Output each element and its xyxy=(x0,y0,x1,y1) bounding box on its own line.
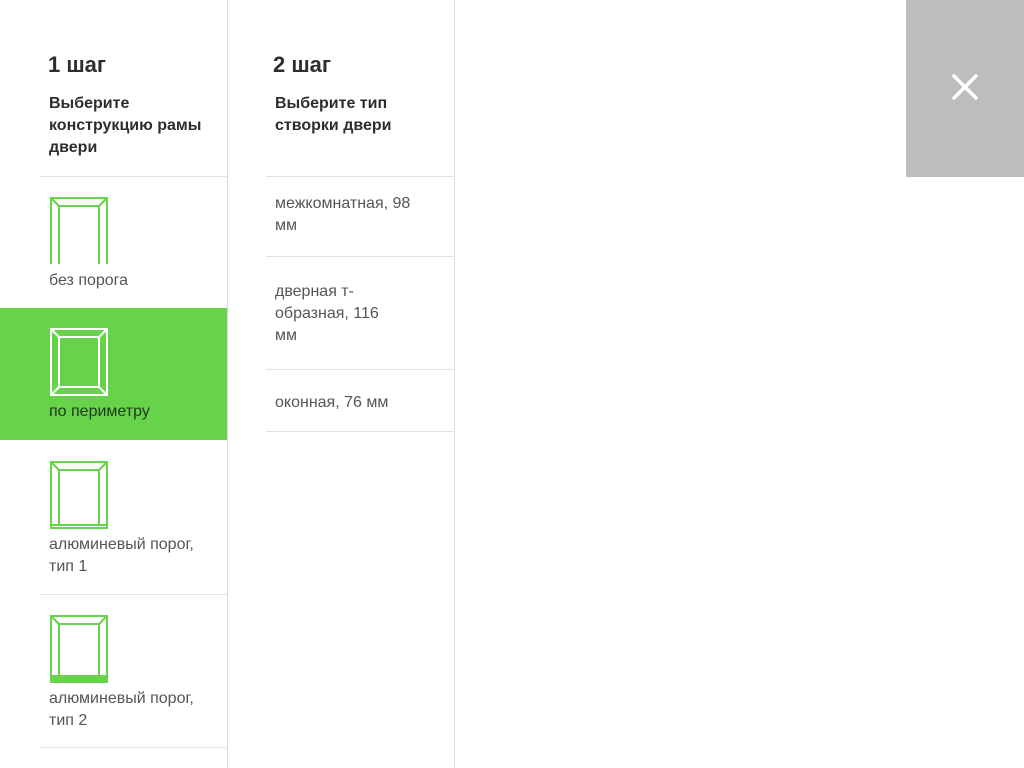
frame-perimeter-icon xyxy=(50,328,108,396)
frame-option-no-threshold[interactable]: без порога xyxy=(0,177,227,309)
frame-option-alu-threshold-2[interactable]: алюминевый порог, тип 2 xyxy=(0,595,227,729)
sash-option-window[interactable]: оконная, 76 мм xyxy=(266,370,454,431)
frame-alu-threshold-1-icon xyxy=(50,461,108,529)
divider xyxy=(40,747,227,748)
frame-alu-threshold-2-icon xyxy=(50,615,108,683)
sash-option-interior[interactable]: межкомнатная, 98 мм xyxy=(266,177,454,256)
frame-option-perimeter[interactable]: по периметру xyxy=(0,308,253,440)
sash-option-door-t[interactable]: дверная т-образная, 116 мм xyxy=(266,257,454,369)
sash-option-label: дверная т-образная, 116 мм xyxy=(275,283,379,344)
step2-title: 2 шаг xyxy=(273,52,332,77)
frame-option-alu-threshold-1[interactable]: алюминевый порог, тип 1 xyxy=(0,441,227,575)
close-button[interactable] xyxy=(906,0,1024,177)
sash-option-label: межкомнатная, 98 мм xyxy=(275,195,411,234)
step1-subtitle: Выберите конструкцию рамы двери xyxy=(49,95,202,156)
frame-option-label: без порога xyxy=(49,272,129,289)
divider xyxy=(266,431,454,432)
step1-panel: 1 шаг Выберите конструкцию рамы двери бе… xyxy=(0,0,253,768)
frame-option-label: алюминевый порог, тип 1 xyxy=(49,536,194,575)
step2-subtitle: Выберите тип створки двери xyxy=(275,95,392,134)
close-icon xyxy=(952,74,978,100)
frame-option-label: алюминевый порог, тип 2 xyxy=(49,690,194,729)
frame-option-label: по периметру xyxy=(49,403,150,420)
step1-title: 1 шаг xyxy=(48,52,107,77)
frame-no-threshold-icon xyxy=(50,197,108,264)
column-divider xyxy=(454,0,455,768)
sash-option-label: оконная, 76 мм xyxy=(275,394,389,411)
